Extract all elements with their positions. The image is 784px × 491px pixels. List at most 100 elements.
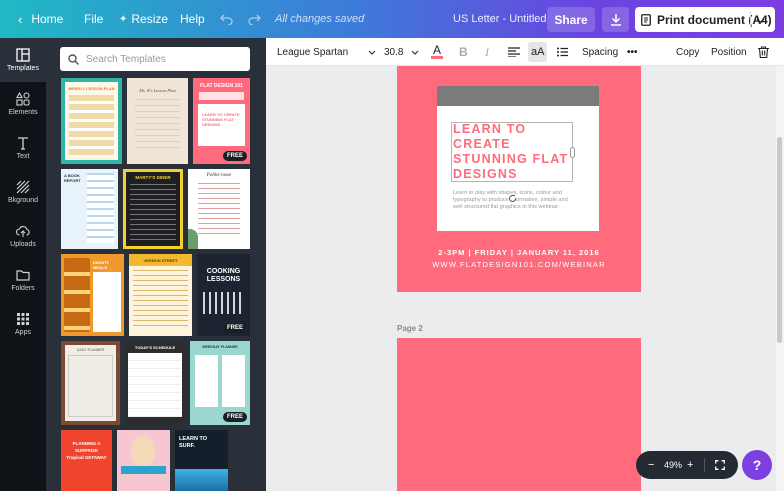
chevron-down-icon [412,50,419,55]
resize-icon: ✦ [119,13,128,25]
bold-icon[interactable]: B [459,38,468,66]
font-name: League Spartan [277,46,349,58]
help-menu[interactable]: Help [180,0,205,38]
fullscreen-icon[interactable] [715,460,725,472]
template-thumbnail[interactable]: TODAY'S SCHEDULE [125,341,185,425]
rail-item-apps[interactable]: Apps [0,302,46,346]
rail-label: Apps [15,329,31,336]
zoom-in-button[interactable]: + [687,459,693,471]
rail-label: Folders [11,285,35,292]
template-utensils [203,292,244,314]
rail-item-text[interactable]: Text [0,126,46,170]
template-thumbnail[interactable]: Poblecrasse [188,169,250,249]
rail-label: Bkground [8,197,38,204]
resize-handle[interactable] [570,147,575,158]
zoom-out-button[interactable]: − [648,459,654,471]
resize-button[interactable]: ✦ Resize [119,0,168,38]
text-color-button[interactable]: A [431,38,443,66]
background-icon [16,180,30,194]
copy-button[interactable]: Copy [676,38,699,66]
content-card[interactable]: LEARN TO CREATE STUNNING FLAT DESIGNS Le… [437,86,599,231]
document-icon [641,13,651,26]
spacing-button[interactable]: Spacing [582,38,618,66]
page-1[interactable]: LEARN TO CREATE STUNNING FLAT DESIGNS Le… [397,66,641,292]
chevron-down-icon[interactable] [756,13,765,27]
template-column [222,355,245,407]
chevron-left-icon: ‹ [18,11,23,27]
template-lines [133,270,188,328]
template-title: LEARN TO SURF. [179,436,208,449]
spacing-label: Spacing [582,46,619,58]
help-label: Help [180,12,205,26]
share-button[interactable]: Share [547,7,595,32]
trash-icon[interactable] [758,38,769,66]
divider [704,458,705,472]
undo-icon[interactable] [220,0,233,38]
scrollbar-thumb[interactable] [777,137,782,343]
template-card: DAILY PLANNER [65,345,116,421]
template-thumbnail[interactable]: LEARN TO SURF. [175,430,228,491]
template-thumbnail[interactable]: MARTY'S DINER [123,169,183,249]
template-thumbnail[interactable]: VERNON STREET [129,254,192,336]
file-label: File [84,12,104,26]
copy-label: Copy [676,46,700,58]
template-title: VERNON STREET [143,258,178,263]
event-date-text[interactable]: 2-3PM | FRIDAY | JANUARY 11, 2016 [397,248,641,257]
rail-item-background[interactable]: Bkground [0,170,46,214]
download-button[interactable] [602,7,629,32]
align-left-icon[interactable] [508,38,520,66]
template-thumbnail[interactable]: WEEKLY LESSON PLAN [61,78,122,164]
side-rail: Templates Elements Text Bkground Uploads… [0,38,46,491]
rotate-icon[interactable] [508,190,517,202]
template-card: LEARN TO CREATE STUNNING FLAT DESIGNS [198,104,245,146]
help-button[interactable]: ? [742,450,772,480]
rail-item-elements[interactable]: Elements [0,82,46,126]
rail-item-folders[interactable]: Folders [0,258,46,302]
template-thumbnail[interactable]: FLAT DESIGN 101 LEARN TO CREATE STUNNING… [193,78,250,164]
rail-label: Uploads [10,241,36,248]
font-size-dropdown[interactable]: 30.8 [384,38,419,66]
template-card [93,272,121,332]
list-icon[interactable] [557,38,568,66]
download-icon [610,14,621,26]
letter-case-button[interactable]: aA [528,42,548,62]
more-options-button[interactable]: ••• [627,38,638,66]
template-photo [175,469,228,491]
zoom-level[interactable]: 49% [664,460,682,470]
rail-item-templates[interactable]: Templates [0,38,46,82]
free-badge: FREE [222,151,247,161]
file-menu[interactable]: File [84,0,103,38]
template-lines [87,173,114,243]
elements-icon [16,92,30,106]
template-title: Poblecrasse [206,173,232,178]
template-title: MARTY'S DINER [135,175,171,180]
event-url-text[interactable]: WWW.FLATDESIGN101.COM/WEBINAR [397,260,641,269]
template-thumbnail[interactable]: WEEKDAY PLANNER FREE [190,341,250,425]
template-thumbnail[interactable]: DAILY PLANNER [61,341,120,425]
free-badge: FREE [222,412,247,422]
rail-item-uploads[interactable]: Uploads [0,214,46,258]
search-templates-field[interactable]: Search Templates [60,47,250,71]
template-thumbnail[interactable] [117,430,170,491]
page-2[interactable] [397,338,641,491]
home-button[interactable]: ‹ Home [18,0,63,38]
italic-icon[interactable]: I [485,38,489,66]
template-title: DIGNITY MEALS [93,260,110,270]
template-thumbnail[interactable]: A BOOK REPORT [61,169,118,249]
template-title: PLANNING A SURPRISE Tropical GETAWAY [66,441,107,460]
template-lines [135,99,180,149]
font-family-dropdown[interactable]: League Spartan [277,38,376,66]
template-thumbnail[interactable]: PLANNING A SURPRISE Tropical GETAWAY [61,430,112,491]
document-title[interactable]: US Letter - Untitled [453,0,547,38]
design-canvas[interactable]: LEARN TO CREATE STUNNING FLAT DESIGNS Le… [266,66,776,491]
position-label: Position [711,46,747,58]
redo-icon[interactable] [248,0,261,38]
print-document-button[interactable]: Print document (A4) [635,7,775,32]
template-title: A BOOK REPORT [64,173,81,183]
free-badge: FREE [222,323,247,333]
template-lines [130,184,176,240]
template-thumbnail[interactable]: DIGNITY MEALS [61,254,124,336]
template-thumbnail[interactable]: COOKING LESSONS FREE [197,254,250,336]
position-button[interactable]: Position [711,38,747,66]
template-thumbnail[interactable]: Ms. R's Lesson Plan [127,78,188,164]
